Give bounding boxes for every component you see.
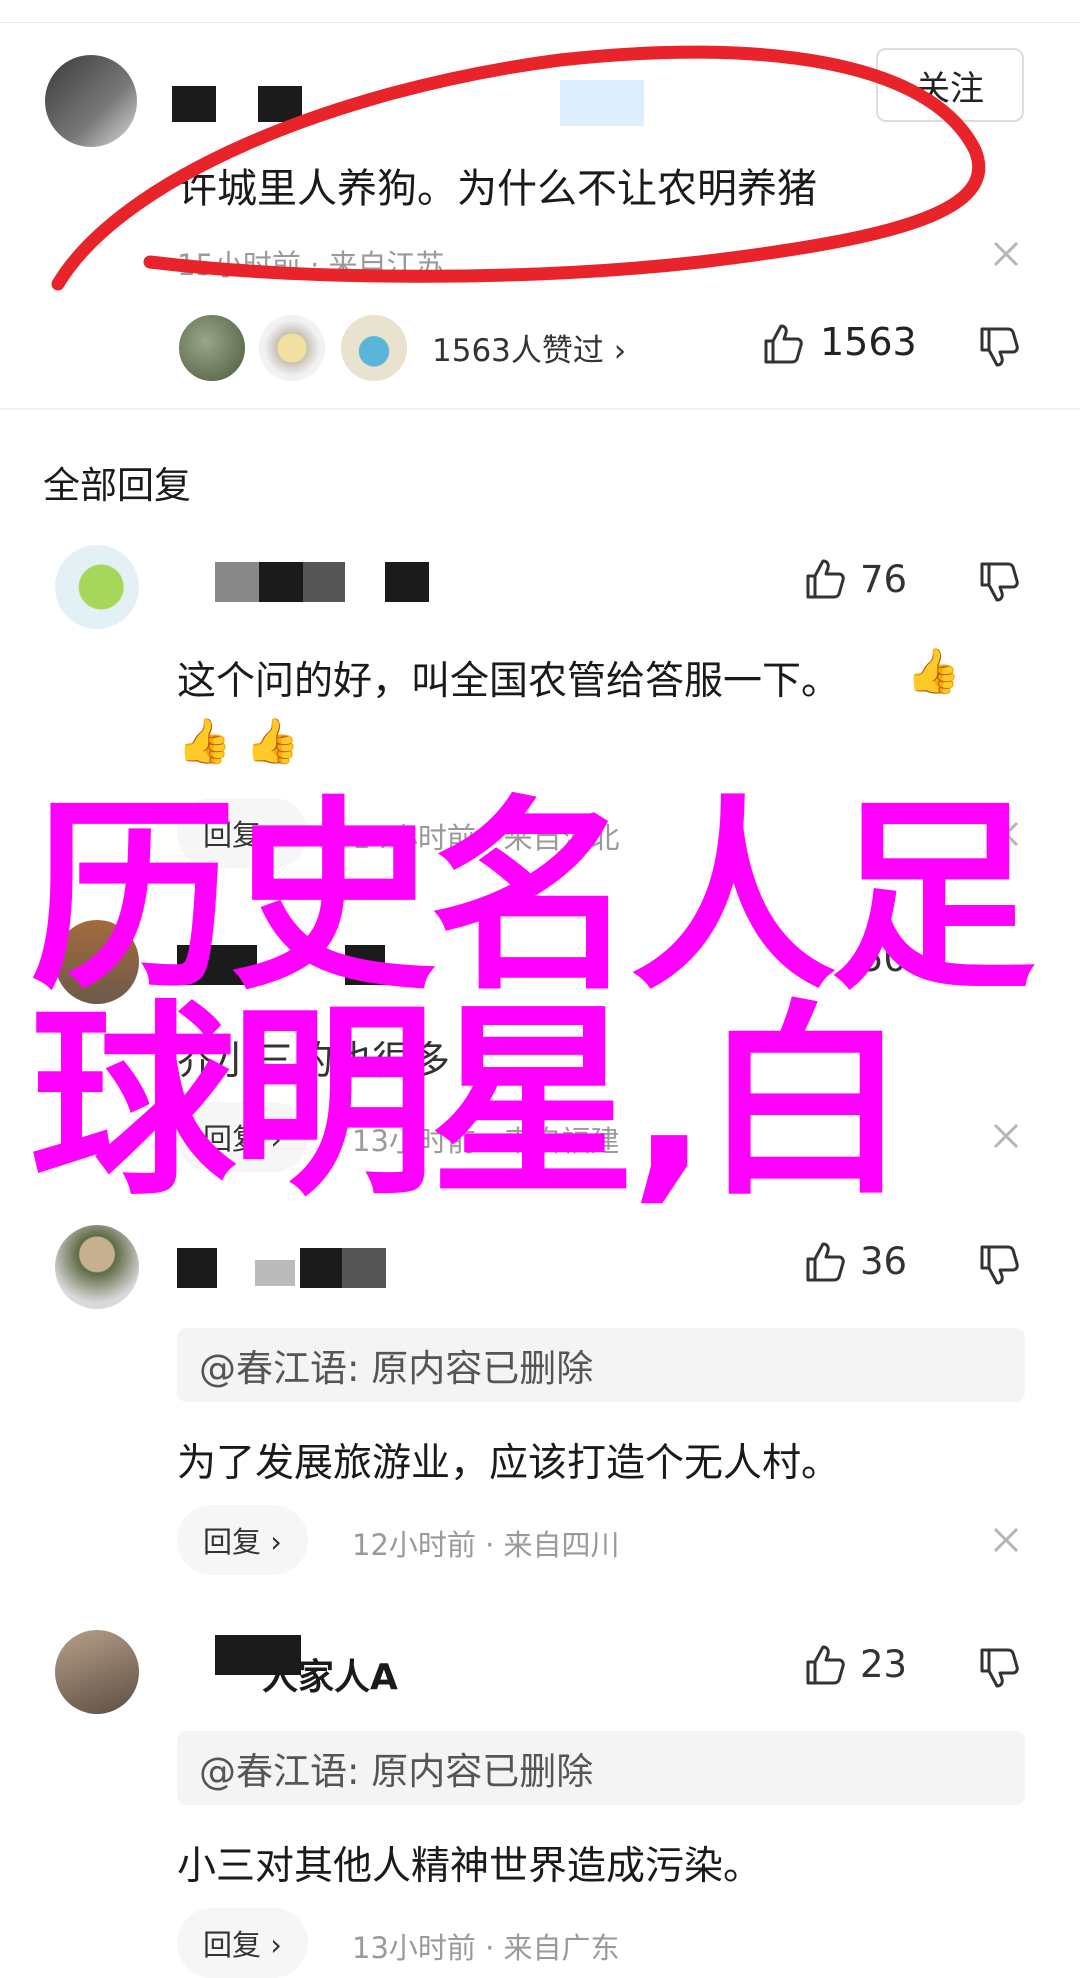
thumbs-up-emoji: 👍	[906, 646, 961, 697]
comment-meta: 12小时前 · 来自四川	[352, 1528, 620, 1562]
comment-username-redacted	[177, 1248, 217, 1288]
reply-button[interactable]: 回复 ›	[177, 1908, 308, 1978]
comment-username-visible: 人家人A	[262, 1657, 398, 1698]
watermark-overlay-line2: 球明星,白	[30, 983, 908, 1223]
comment-meta: 13小时前 · 来自广东	[352, 1931, 620, 1965]
comment-username-redacted	[300, 1248, 342, 1288]
quoted-reply[interactable]: @春江语: 原内容已删除	[177, 1731, 1025, 1805]
top-divider	[0, 22, 1080, 23]
comment-text: 为了发展旅游业，应该打造个无人村。	[177, 1441, 841, 1486]
watermark-overlay-line1: 历史名人足	[30, 778, 1036, 1018]
post-author-badge-redacted	[560, 80, 644, 126]
comment-like-count: 76	[860, 558, 908, 601]
comment-avatar[interactable]	[55, 1630, 139, 1714]
likers-avatars[interactable]	[177, 313, 417, 383]
post-author-name-redacted	[172, 86, 216, 122]
comment-username-redacted	[259, 562, 303, 602]
post-text: 许城里人养狗。为什么不让农明养猪	[177, 166, 817, 212]
post-meta: 15小时前 · 来自江苏	[177, 248, 445, 282]
thumbs-up-emoji: 👍	[177, 716, 232, 767]
liker-avatar	[177, 313, 247, 383]
post-author-name-redacted-2	[258, 86, 302, 122]
comment-text: 小三对其他人精神世界造成污染。	[177, 1844, 763, 1889]
thumbs-down-icon[interactable]	[976, 1243, 1020, 1287]
comment-avatar[interactable]	[55, 1225, 139, 1309]
section-divider	[0, 408, 1080, 410]
comment-like-count: 36	[860, 1240, 908, 1283]
reply-button[interactable]: 回复 ›	[177, 1505, 308, 1575]
post-like-count: 1563	[820, 320, 917, 364]
comment-like-count: 23	[860, 1643, 908, 1686]
comment-username-redacted	[385, 562, 429, 602]
comment-username-redacted	[215, 562, 259, 602]
liker-avatar	[339, 313, 409, 383]
thumbs-down-icon[interactable]	[976, 1646, 1020, 1690]
all-replies-title: 全部回复	[43, 464, 191, 507]
comment-username-redacted	[342, 1248, 386, 1288]
close-icon[interactable]	[992, 1526, 1020, 1554]
thumbs-up-icon[interactable]	[802, 1240, 846, 1284]
thumbs-down-icon[interactable]	[976, 560, 1020, 604]
comment-text: 这个问的好，叫全国农管给答服一下。	[177, 659, 841, 704]
thumbs-up-emoji: 👍	[245, 716, 300, 767]
post-author-avatar[interactable]	[45, 55, 137, 147]
close-icon[interactable]	[992, 240, 1020, 268]
likers-count-link[interactable]: 1563人赞过 ›	[432, 325, 626, 370]
comment-username-redacted	[255, 1260, 295, 1286]
comment-avatar[interactable]	[55, 545, 139, 629]
follow-button[interactable]: 关注	[876, 48, 1024, 122]
thumbs-up-icon[interactable]	[760, 322, 804, 366]
comment-username-redacted	[303, 562, 345, 602]
thumbs-down-icon[interactable]	[976, 325, 1020, 369]
thumbs-up-icon[interactable]	[802, 1643, 846, 1687]
thumbs-up-icon[interactable]	[802, 557, 846, 601]
close-icon[interactable]	[992, 1122, 1020, 1150]
liker-avatar	[257, 313, 327, 383]
quoted-reply[interactable]: @春江语: 原内容已删除	[177, 1328, 1025, 1402]
